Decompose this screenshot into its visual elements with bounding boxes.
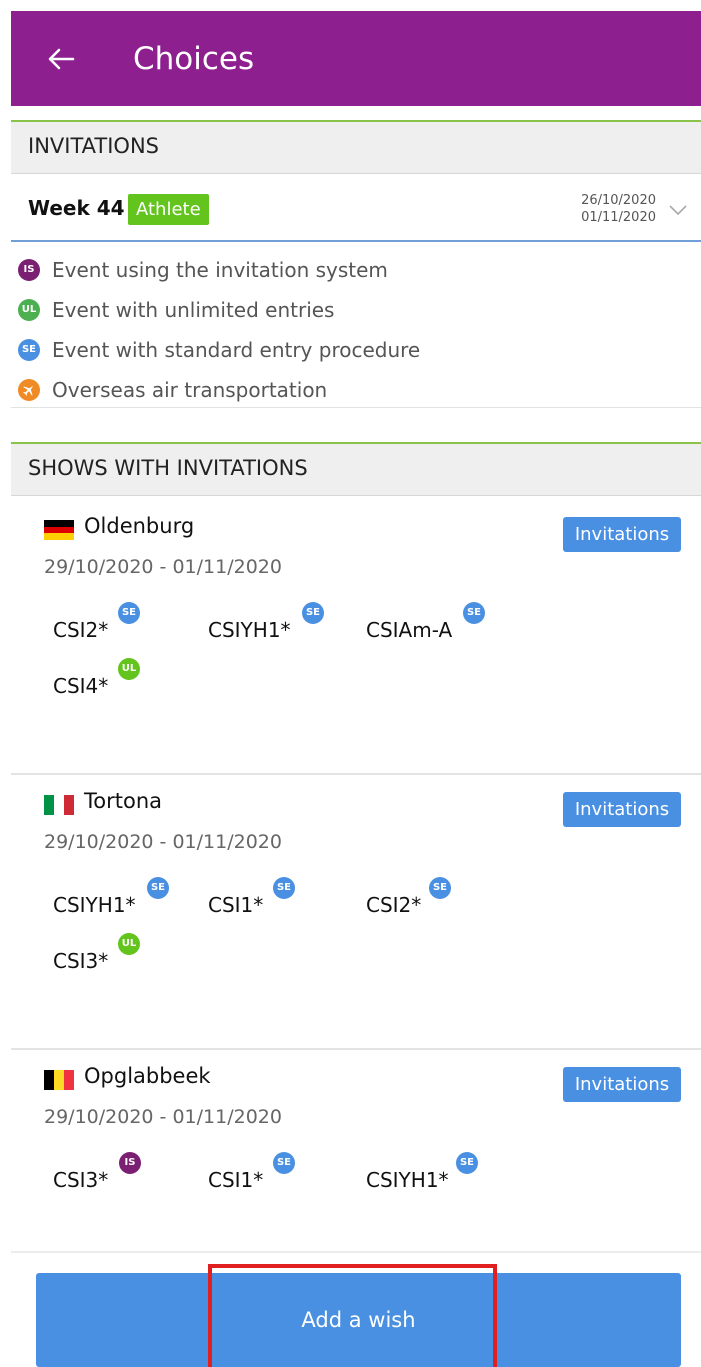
week-date-range: 26/10/2020 01/11/2020 [551,192,656,226]
class-name: CSIYH1* [53,893,136,917]
legend: IS Event using the invitation system UL … [11,254,701,408]
invitations-button[interactable]: Invitations [563,792,681,827]
legend-label: Event using the invitation system [52,258,388,282]
week-label: Week 44 [28,196,125,220]
class-name: CSIAm-A [366,618,453,642]
class-item: CSI1* SE [208,877,295,917]
is-badge-icon: IS [18,259,40,281]
class-item: CSI4* UL [53,658,140,698]
se-badge-icon: SE [18,339,40,361]
show-name: Oldenburg [84,514,195,538]
class-name: CSI4* [53,674,109,698]
invitations-button[interactable]: Invitations [563,517,681,552]
shows-section-header: SHOWS WITH INVITATIONS [11,442,701,496]
legend-label: Overseas air transportation [52,378,328,402]
week-start-date: 26/10/2020 [581,193,656,208]
week-end-date: 01/11/2020 [581,210,656,225]
class-name: CSI1* [208,1168,264,1192]
se-badge-icon: SE [147,877,169,899]
role-badge: Athlete [128,194,209,225]
legend-item-invitation-system: IS Event using the invitation system [18,257,388,283]
se-badge-icon: SE [463,602,485,624]
germany-flag-icon [44,520,74,540]
se-badge-icon: SE [456,1152,478,1174]
ul-badge-icon: UL [118,933,140,955]
show-card-tortona[interactable]: Tortona 29/10/2020 - 01/11/2020 Invitati… [11,775,701,1050]
legend-item-standard-entry: SE Event with standard entry procedure [18,337,420,363]
show-card-opglabbeek[interactable]: Opglabbeek 29/10/2020 - 01/11/2020 Invit… [11,1050,701,1250]
is-badge-icon: IS [119,1152,141,1174]
page-title: Choices [133,41,255,77]
add-wish-container: Add a wish [36,1273,681,1367]
show-card-oldenburg[interactable]: Oldenburg 29/10/2020 - 01/11/2020 Invita… [11,500,701,775]
belgium-flag-icon [44,1070,74,1090]
class-item: CSI3* UL [53,933,140,973]
class-name: CSI3* [53,1168,109,1192]
app-screen: Choices INVITATIONS Week 44 Athlete 26/1… [11,11,701,1367]
se-badge-icon: SE [273,1152,295,1174]
show-dates: 29/10/2020 - 01/11/2020 [44,831,282,853]
divider [11,1251,701,1253]
se-badge-icon: SE [302,602,324,624]
class-item: CSIAm-A SE [366,602,485,642]
section-title: SHOWS WITH INVITATIONS [28,456,308,480]
class-item: CSIYH1* SE [53,877,169,917]
show-name: Tortona [84,789,163,813]
se-badge-icon: SE [429,877,451,899]
section-title: INVITATIONS [28,134,159,158]
class-item: CSI2* SE [53,602,140,642]
ul-badge-icon: UL [18,299,40,321]
legend-item-unlimited: UL Event with unlimited entries [18,297,334,323]
class-item: CSIYH1* SE [366,1152,478,1192]
show-dates: 29/10/2020 - 01/11/2020 [44,556,282,578]
class-item: CSI3* IS [53,1152,141,1192]
class-name: CSI2* [366,893,422,917]
legend-item-air-transport: Overseas air transportation [18,377,327,403]
week-selector[interactable]: Week 44 Athlete 26/10/2020 01/11/2020 [11,174,701,242]
arrow-left-icon[interactable] [41,39,81,79]
se-badge-icon: SE [118,602,140,624]
invitations-button[interactable]: Invitations [563,1067,681,1102]
class-item: CSI2* SE [366,877,451,917]
add-wish-button[interactable]: Add a wish [36,1273,681,1367]
class-name: CSI1* [208,893,264,917]
airplane-icon [18,379,40,401]
show-name: Opglabbeek [84,1064,211,1088]
italy-flag-icon [44,795,74,815]
ul-badge-icon: UL [118,658,140,680]
class-name: CSI3* [53,949,109,973]
app-bar: Choices [11,11,701,106]
class-item: CSIYH1* SE [208,602,324,642]
legend-label: Event with standard entry procedure [52,338,421,362]
class-name: CSI2* [53,618,109,642]
class-name: CSIYH1* [366,1168,449,1192]
legend-label: Event with unlimited entries [52,298,335,322]
chevron-down-icon[interactable] [666,198,690,222]
show-dates: 29/10/2020 - 01/11/2020 [44,1106,282,1128]
class-item: CSI1* SE [208,1152,295,1192]
se-badge-icon: SE [273,877,295,899]
invitations-section-header: INVITATIONS [11,120,701,174]
class-name: CSIYH1* [208,618,291,642]
